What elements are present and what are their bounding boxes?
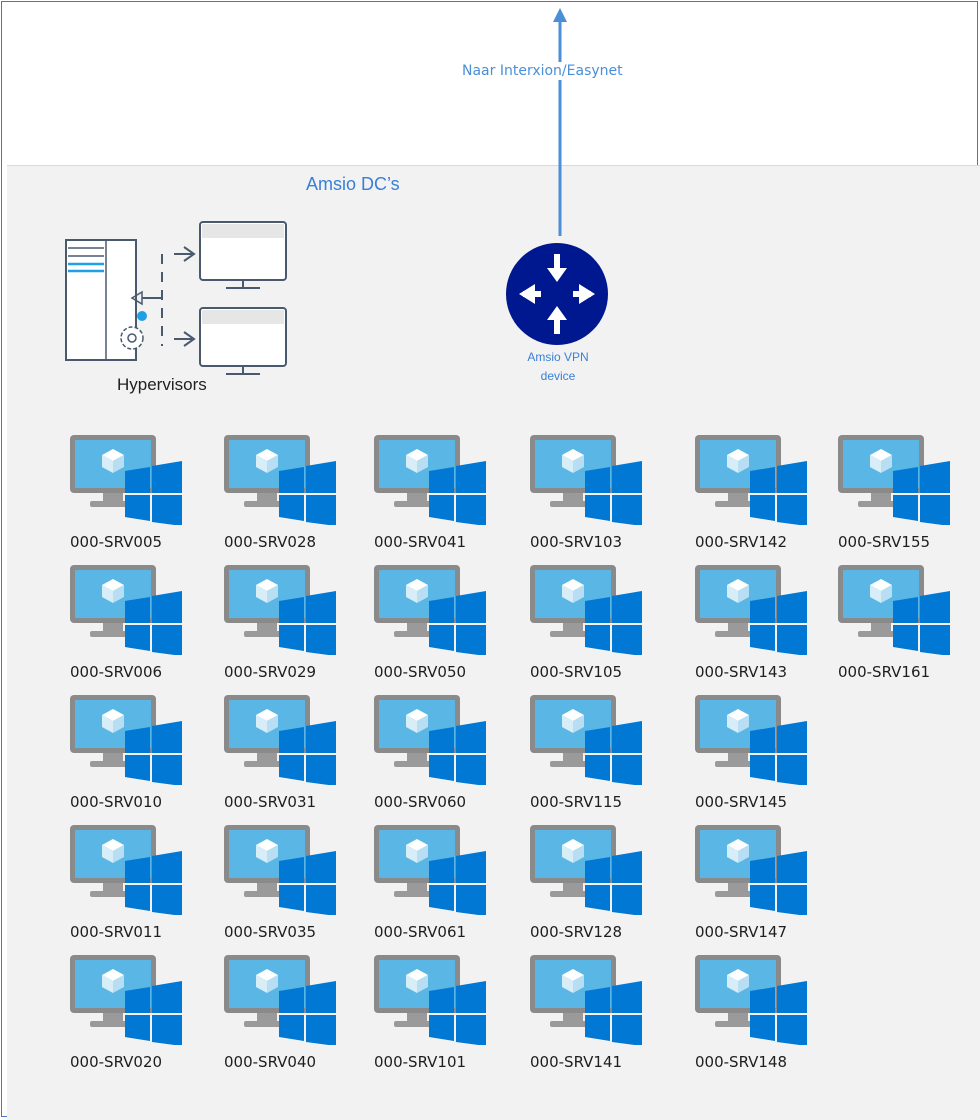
windows-vm-icon bbox=[224, 695, 336, 785]
server-node: 000-SRV105 bbox=[530, 565, 670, 690]
server-label: 000-SRV147 bbox=[695, 923, 788, 941]
windows-vm-icon bbox=[374, 435, 486, 525]
hypervisors-label: Hypervisors bbox=[117, 375, 207, 394]
server-label: 000-SRV035 bbox=[224, 923, 317, 941]
server-node: 000-SRV029 bbox=[224, 565, 364, 690]
server-label: 000-SRV148 bbox=[695, 1053, 788, 1071]
windows-vm-icon bbox=[695, 825, 807, 915]
server-node: 000-SRV041 bbox=[374, 435, 514, 560]
windows-vm-icon bbox=[838, 565, 950, 655]
server-node: 000-SRV148 bbox=[695, 955, 835, 1080]
server-node: 000-SRV011 bbox=[70, 825, 210, 950]
server-label: 000-SRV060 bbox=[374, 793, 467, 811]
server-node: 000-SRV147 bbox=[695, 825, 835, 950]
server-node: 000-SRV028 bbox=[224, 435, 364, 560]
windows-vm-icon bbox=[224, 565, 336, 655]
windows-vm-icon bbox=[695, 695, 807, 785]
windows-vm-icon bbox=[530, 825, 642, 915]
server-label: 000-SRV005 bbox=[70, 533, 163, 551]
windows-vm-icon bbox=[838, 435, 950, 525]
server-label: 000-SRV142 bbox=[695, 533, 788, 551]
server-node: 000-SRV103 bbox=[530, 435, 670, 560]
windows-vm-icon bbox=[374, 825, 486, 915]
windows-vm-icon bbox=[695, 435, 807, 525]
server-label: 000-SRV010 bbox=[70, 793, 163, 811]
server-label: 000-SRV141 bbox=[530, 1053, 623, 1071]
server-label: 000-SRV161 bbox=[838, 663, 931, 681]
server-node: 000-SRV061 bbox=[374, 825, 514, 950]
server-label: 000-SRV105 bbox=[530, 663, 623, 681]
zone-title: Amsio DC’s bbox=[306, 174, 400, 194]
uplink-arrow bbox=[553, 8, 567, 236]
server-label: 000-SRV061 bbox=[374, 923, 467, 941]
router-label: Amsio VPN device bbox=[500, 348, 616, 386]
server-node: 000-SRV006 bbox=[70, 565, 210, 690]
windows-vm-icon bbox=[374, 695, 486, 785]
server-label: 000-SRV128 bbox=[530, 923, 623, 941]
windows-vm-icon bbox=[70, 565, 182, 655]
server-node: 000-SRV161 bbox=[838, 565, 978, 690]
windows-vm-icon bbox=[695, 955, 807, 1045]
windows-vm-icon bbox=[70, 435, 182, 525]
server-node: 000-SRV031 bbox=[224, 695, 364, 820]
server-label: 000-SRV145 bbox=[695, 793, 788, 811]
windows-vm-icon bbox=[224, 955, 336, 1045]
server-node: 000-SRV050 bbox=[374, 565, 514, 690]
server-label: 000-SRV028 bbox=[224, 533, 317, 551]
server-node: 000-SRV020 bbox=[70, 955, 210, 1080]
router-label-line2: device bbox=[540, 369, 576, 383]
windows-vm-icon bbox=[530, 955, 642, 1045]
hypervisor-icon bbox=[65, 221, 287, 375]
server-node: 000-SRV155 bbox=[838, 435, 978, 560]
server-node: 000-SRV101 bbox=[374, 955, 514, 1080]
windows-vm-icon bbox=[530, 435, 642, 525]
server-label: 000-SRV050 bbox=[374, 663, 467, 681]
server-label: 000-SRV040 bbox=[224, 1053, 317, 1071]
server-node: 000-SRV115 bbox=[530, 695, 670, 820]
windows-vm-icon bbox=[530, 695, 642, 785]
server-label: 000-SRV029 bbox=[224, 663, 317, 681]
server-node: 000-SRV040 bbox=[224, 955, 364, 1080]
windows-vm-icon bbox=[374, 565, 486, 655]
windows-vm-icon bbox=[530, 565, 642, 655]
server-label: 000-SRV011 bbox=[70, 923, 163, 941]
server-node: 000-SRV060 bbox=[374, 695, 514, 820]
server-label: 000-SRV103 bbox=[530, 533, 623, 551]
uplink-label: Naar Interxion/Easynet bbox=[460, 62, 625, 80]
server-node: 000-SRV143 bbox=[695, 565, 835, 690]
server-node: 000-SRV128 bbox=[530, 825, 670, 950]
router-label-line1: Amsio VPN bbox=[527, 350, 589, 364]
server-label: 000-SRV031 bbox=[224, 793, 317, 811]
server-label: 000-SRV101 bbox=[374, 1053, 467, 1071]
windows-vm-icon bbox=[374, 955, 486, 1045]
server-label: 000-SRV115 bbox=[530, 793, 623, 811]
server-label: 000-SRV020 bbox=[70, 1053, 163, 1071]
windows-vm-icon bbox=[70, 825, 182, 915]
windows-vm-icon bbox=[224, 435, 336, 525]
server-label: 000-SRV155 bbox=[838, 533, 931, 551]
server-node: 000-SRV141 bbox=[530, 955, 670, 1080]
server-node: 000-SRV142 bbox=[695, 435, 835, 560]
windows-vm-icon bbox=[695, 565, 807, 655]
server-node: 000-SRV035 bbox=[224, 825, 364, 950]
server-label: 000-SRV006 bbox=[70, 663, 163, 681]
server-node: 000-SRV010 bbox=[70, 695, 210, 820]
server-label: 000-SRV143 bbox=[695, 663, 788, 681]
server-label: 000-SRV041 bbox=[374, 533, 467, 551]
windows-vm-icon bbox=[70, 955, 182, 1045]
windows-vm-icon bbox=[224, 825, 336, 915]
server-node: 000-SRV145 bbox=[695, 695, 835, 820]
vpn-router-icon bbox=[506, 243, 608, 345]
server-node: 000-SRV005 bbox=[70, 435, 210, 560]
windows-vm-icon bbox=[70, 695, 182, 785]
